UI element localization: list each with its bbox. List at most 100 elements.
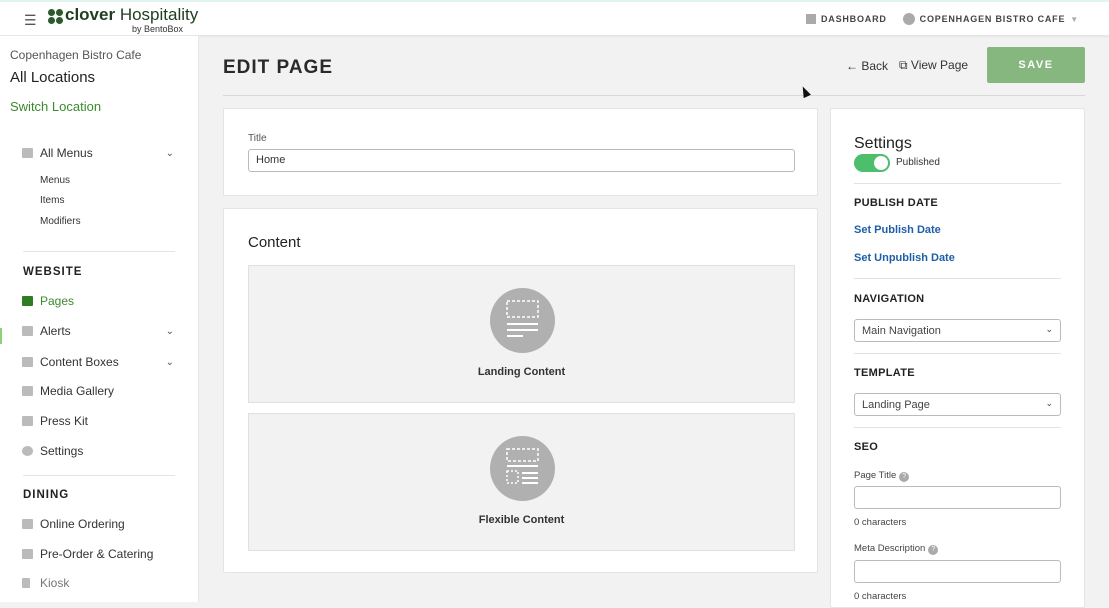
page-title-count: 0 characters [854,517,907,528]
seo-header: SEO [854,441,879,453]
book-icon [22,148,33,158]
nav-label: Pre-Order & Catering [40,547,154,561]
navigation-select[interactable]: Main Navigation ⌄ [854,319,1061,342]
sidebar-item-settings[interactable]: Settings [22,444,174,458]
set-unpublish-date-link[interactable]: Set Unpublish Date [854,252,955,264]
utensils-icon [22,549,33,559]
view-page-label: View Page [910,58,969,72]
meta-description-input[interactable] [854,560,1061,583]
sidebar-item-content-boxes[interactable]: Content Boxes ⌄ [22,355,174,369]
top-bar: ☰ clover Hospitality by BentoBox DASHBOA… [0,0,1109,36]
landing-layout-icon [490,288,555,353]
template-select[interactable]: Landing Page ⌄ [854,393,1061,416]
title-input[interactable]: Home [248,149,795,172]
publish-date-header: PUBLISH DATE [854,197,939,209]
meta-description-count: 0 characters [854,591,907,602]
menu-collapse-icon[interactable]: ☰ [24,12,37,29]
page-title: EDIT PAGE [223,57,333,78]
dashboard-icon [805,14,816,24]
gear-icon [22,446,33,456]
dashboard-link[interactable]: DASHBOARD [805,14,887,24]
logo-secondary: Hospitality [119,5,199,24]
grid-icon [22,357,33,367]
nav-label: Press Kit [40,414,89,428]
section-dining: DINING [23,489,70,501]
user-icon [902,13,915,25]
landing-content-block[interactable]: Landing Content [248,265,795,403]
content-heading: Content [248,234,301,251]
sidebar-item-media-gallery[interactable]: Media Gallery [22,384,174,398]
published-toggle[interactable] [854,154,890,172]
sidebar-item-items[interactable]: Items [40,195,64,206]
sidebar: Copenhagen Bistro Cafe All Locations Swi… [0,36,199,602]
page-icon [22,296,33,306]
template-value: Landing Page [862,399,930,411]
title-card: Title Home [223,108,818,196]
settings-panel: Settings Published PUBLISH DATE Set Publ… [830,108,1085,608]
switch-location-link[interactable]: Switch Location [10,99,101,114]
nav-label: Alerts [40,324,71,338]
title-label: Title [248,133,267,144]
flexible-layout-icon [490,436,555,501]
alert-icon [22,326,33,336]
nav-label: Content Boxes [40,355,119,369]
nav-label: Media Gallery [40,384,115,398]
nav-label: Online Ordering [40,517,125,531]
sidebar-item-catering[interactable]: Pre-Order & Catering [22,547,174,561]
document-icon [22,416,33,426]
nav-label: Kiosk [40,576,70,590]
sidebar-item-all-menus[interactable]: All Menus ⌄ [22,146,174,160]
divider [23,475,175,476]
arrow-left-icon: ← [846,59,858,73]
sidebar-item-pages[interactable]: Pages [22,294,174,308]
logo[interactable]: clover Hospitality by BentoBox [48,5,199,34]
divider [854,427,1061,428]
divider [854,278,1061,279]
dashboard-label: DASHBOARD [820,14,887,24]
active-indicator [0,328,2,344]
header-divider [223,95,1085,96]
account-menu[interactable]: COPENHAGEN BISTRO CAFE ▼ [902,13,1079,25]
logo-main: clover [65,5,116,24]
chevron-down-icon: ⌄ [1045,398,1053,408]
block-label: Landing Content [477,366,566,378]
seo-page-title-input[interactable] [854,486,1061,509]
back-label: Back [861,59,889,73]
sidebar-item-kiosk[interactable]: Kiosk [22,576,174,590]
gallery-icon [22,386,33,396]
help-icon[interactable]: ? [899,472,910,482]
view-page-link[interactable]: ⧉ View Page [899,58,968,73]
page-title-label: Page Title [854,470,897,481]
bag-icon [22,519,33,529]
sidebar-item-online-ordering[interactable]: Online Ordering [22,517,174,531]
settings-heading: Settings [854,135,912,152]
caret-down-icon: ▼ [1070,14,1079,24]
chevron-down-icon: ⌄ [165,356,174,368]
sidebar-item-alerts[interactable]: Alerts ⌄ [22,324,174,338]
clover-logo-icon [48,9,63,24]
help-icon[interactable]: ? [928,545,939,555]
chevron-down-icon: ⌄ [165,325,174,337]
set-publish-date-link[interactable]: Set Publish Date [854,224,941,236]
save-button[interactable]: SAVE [987,47,1085,83]
template-header: TEMPLATE [854,367,915,379]
divider [23,251,175,252]
chevron-down-icon: ⌄ [1045,324,1053,334]
meta-description-label: Meta Description [854,543,926,554]
section-website: WEBSITE [23,266,83,278]
content-card: Content Landing Content Flexible Content [223,208,818,573]
block-label: Flexible Content [478,514,565,526]
mouse-cursor-icon [799,84,811,99]
all-locations[interactable]: All Locations [10,69,95,86]
location-name: Copenhagen Bistro Cafe [10,48,142,62]
back-link[interactable]: ← Back [846,59,888,73]
sidebar-item-menus[interactable]: Menus [40,175,70,186]
flexible-content-block[interactable]: Flexible Content [248,413,795,551]
nav-label: Pages [40,294,75,308]
external-link-icon: ⧉ [899,58,908,72]
sidebar-item-press-kit[interactable]: Press Kit [22,414,174,428]
published-label: Published [896,157,940,168]
sidebar-item-modifiers[interactable]: Modifiers [40,216,81,227]
logo-sub: by BentoBox [132,24,184,34]
account-label: COPENHAGEN BISTRO CAFE [919,14,1066,24]
